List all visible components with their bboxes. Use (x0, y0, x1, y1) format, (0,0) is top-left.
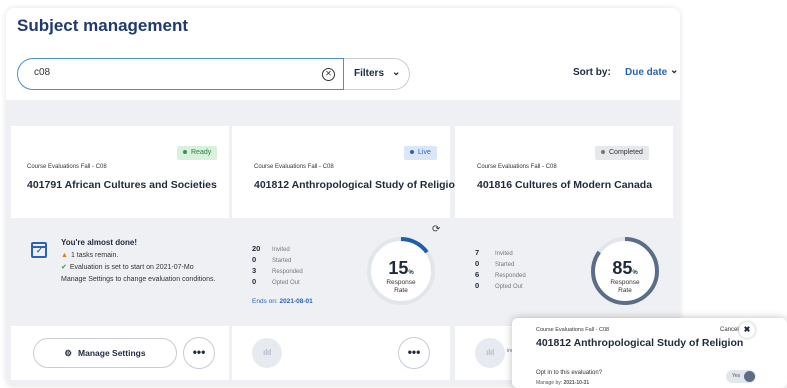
course-title[interactable]: 401812 Anthropological Study of Religion (254, 179, 461, 191)
status-label: Completed (609, 149, 643, 156)
calendar-check-icon: ✓ (31, 242, 47, 258)
status-dot-icon (183, 150, 187, 155)
stat-responded: 3 Responded (252, 266, 303, 275)
evaluation-name: Course Evaluations Fall - C08 (27, 164, 107, 170)
clear-search-icon[interactable]: ✕ (322, 68, 335, 81)
stat-opted-out: 0 Opted Out (475, 281, 523, 290)
stat-started: 0 Started (252, 255, 292, 264)
card-footer: ılıl ••• (232, 326, 450, 380)
bar-chart-icon[interactable]: ılıl (252, 338, 282, 368)
manage-settings-label: Manage Settings (78, 348, 146, 358)
chevron-down-icon[interactable]: ⌄ (670, 65, 678, 76)
response-rate-value: 15% (388, 258, 414, 278)
stat-responded: 6 Responded (475, 270, 526, 279)
bar-chart-icon[interactable]: ılıl (475, 338, 505, 368)
tasks-remain-text: 1 tasks remain. (70, 252, 119, 259)
card-body: ⟳ 20 Invited 0 Started 3 Responded 0 Opted O… (232, 218, 450, 326)
tasks-remain-row: ▲ 1 tasks remain. (61, 251, 221, 260)
evaluation-name: Course Evaluations Fall - C08 (477, 164, 557, 170)
almost-done-title: You're almost done! (61, 238, 137, 247)
card-header: Live Course Evaluations Fall - C08 40181… (232, 126, 461, 218)
response-stats: 20 Invited 0 Started 3 Responded 0 Opted Out (252, 244, 303, 288)
course-title[interactable]: 401791 African Cultures and Societies (27, 179, 217, 191)
card-header: Completed Course Evaluations Fall - C08 … (455, 126, 673, 218)
status-label: Live (418, 149, 431, 156)
response-stats: 7 Invited 0 Started 6 Responded 0 Opted Out (475, 248, 526, 292)
close-icon[interactable]: ✖ (739, 322, 755, 338)
opt-in-toggle[interactable]: Yes (726, 370, 756, 383)
chevron-down-icon: ⌄ (392, 67, 401, 78)
status-badge: Live (404, 146, 437, 160)
stat-invited: 20 Invited (252, 244, 290, 253)
opt-in-question: Opt in to this evaluation? (536, 370, 603, 376)
status-badge: Ready (177, 146, 218, 160)
evaluation-card: Ready Course Evaluations Fall - C08 4017… (11, 126, 229, 380)
stat-started: 0 Started (475, 259, 515, 268)
manage-hint: Manage Settings to change evaluation con… (61, 276, 216, 283)
response-rate-label: Response Rate (386, 279, 416, 294)
evaluation-card: Live Course Evaluations Fall - C08 40181… (232, 126, 461, 380)
eval-start-text: Evaluation is set to start on 2021-07-Mo (69, 264, 194, 271)
filters-button[interactable]: Filters ⌄ (344, 58, 410, 90)
page-title: Subject management (17, 16, 188, 35)
more-options-button[interactable]: ••• (183, 337, 215, 369)
more-options-button[interactable]: ••• (398, 337, 430, 369)
opt-in-popup: Course Evaluations Fall - C08 Cancel ✖ 4… (512, 318, 787, 388)
search-box[interactable]: ✕ (17, 58, 344, 90)
panel-header: Subject management ✕ Filters ⌄ Sort by: … (6, 8, 680, 100)
sort-select[interactable]: Due date (625, 67, 667, 78)
toggle-knob (744, 371, 755, 382)
gear-icon: ⚙ (64, 348, 73, 358)
sort-label: Sort by: (573, 67, 611, 78)
setup-status: You're almost done! ▲ 1 tasks remain. ✔ Ev… (61, 238, 221, 287)
stat-invited: 7 Invited (475, 248, 513, 257)
card-footer: ⚙ Manage Settings ••• (11, 326, 229, 380)
course-title[interactable]: 401816 Cultures of Modern Canada (477, 179, 652, 191)
checkmark-icon: ✔ (61, 264, 67, 271)
response-rate-label: Response Rate (610, 279, 640, 294)
popup-course-title: 401812 Anthropological Study of Religion (536, 337, 744, 349)
card-body: 7 Invited 0 Started 6 Responded 0 Opted Out … (455, 218, 673, 326)
manage-settings-button[interactable]: ⚙ Manage Settings (33, 338, 177, 368)
evaluation-name: Course Evaluations Fall - C08 (254, 164, 334, 170)
end-date: Ends on: 2021-08-01 (252, 298, 313, 305)
eval-start-row: ✔ Evaluation is set to start on 2021-07-M… (61, 263, 221, 272)
search-input[interactable] (34, 67, 304, 78)
manage-by-date: Manage by: 2021-10-31 (536, 380, 590, 386)
status-dot-icon (410, 150, 414, 155)
status-dot-icon (601, 150, 605, 155)
warning-icon: ▲ (61, 252, 68, 259)
status-label: Ready (191, 149, 212, 156)
status-badge: Completed (595, 146, 649, 160)
response-rate-value: 85% (612, 258, 638, 278)
card-body: ✓ You're almost done! ▲ 1 tasks remain. ✔… (11, 218, 229, 326)
popup-cancel-link[interactable]: Cancel (720, 327, 739, 333)
filters-label: Filters (354, 68, 385, 79)
popup-evaluation-name: Course Evaluations Fall - C08 (536, 327, 610, 333)
card-header: Ready Course Evaluations Fall - C08 4017… (11, 126, 229, 218)
stat-opted-out: 0 Opted Out (252, 277, 300, 286)
